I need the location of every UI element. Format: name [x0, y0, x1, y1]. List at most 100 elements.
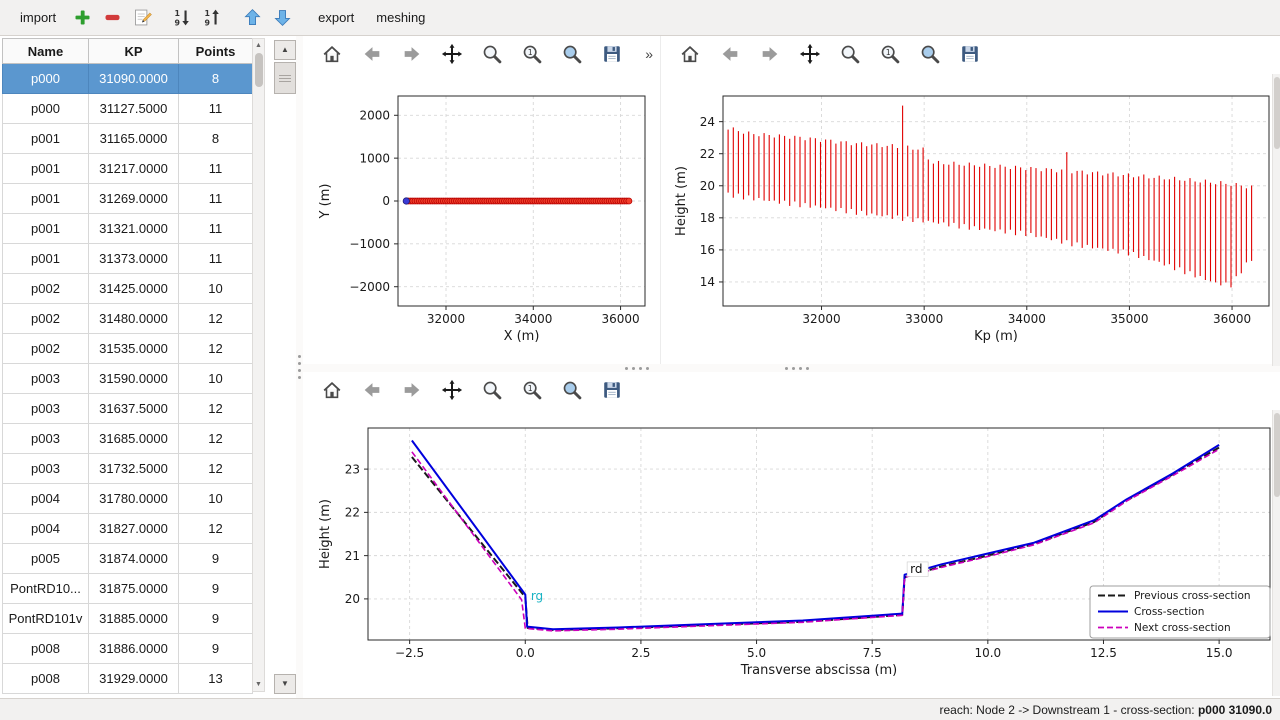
svg-text:1: 1: [528, 384, 533, 393]
mpl-zoom-button[interactable]: [477, 39, 507, 69]
mpl-zoom-selection-button[interactable]: [915, 39, 945, 69]
mpl-home-button[interactable]: [675, 39, 705, 69]
table-row[interactable]: p00431780.000010: [3, 484, 253, 514]
toolbar-overflow-chevron[interactable]: »: [645, 46, 653, 62]
cell-points: 9: [179, 544, 253, 574]
panel-scroll-down-button[interactable]: ▼: [274, 674, 296, 694]
table-row[interactable]: p00831929.000013: [3, 664, 253, 694]
mpl-zoom-original-button[interactable]: 1: [517, 375, 547, 405]
mpl-pan-button[interactable]: [795, 39, 825, 69]
mpl-save-button[interactable]: [955, 39, 985, 69]
horizontal-splitter[interactable]: [303, 364, 1280, 372]
table-row[interactable]: p00031127.500011: [3, 94, 253, 124]
table-scrollbar[interactable]: ▲ ▼: [252, 38, 265, 692]
zoom-selection-icon: [919, 43, 941, 65]
cell-kp: 31637.5000: [89, 394, 179, 424]
zoom-original-icon: 1: [521, 379, 543, 401]
mpl-zoom-button[interactable]: [477, 375, 507, 405]
mpl-back-button[interactable]: [357, 375, 387, 405]
vertical-splitter[interactable]: [296, 36, 303, 698]
sort-descending-button[interactable]: 19: [168, 4, 196, 32]
right-scrollbar-top-thumb[interactable]: [1274, 77, 1280, 149]
column-header-name[interactable]: Name: [3, 39, 89, 64]
table-row[interactable]: p00131321.000011: [3, 214, 253, 244]
mpl-pan-button[interactable]: [437, 375, 467, 405]
svg-text:34000: 34000: [514, 312, 552, 326]
splitter-handle[interactable]: [298, 355, 301, 379]
panel-scrollbar[interactable]: ▲ ▼: [274, 40, 296, 694]
mpl-home-button[interactable]: [317, 375, 347, 405]
mpl-forward-button[interactable]: [397, 375, 427, 405]
splitter-handle[interactable]: [625, 367, 649, 370]
table-row[interactable]: p00031090.00008: [3, 64, 253, 94]
plan-view-chart[interactable]: 320003400036000−2000−1000010002000X (m)Y…: [303, 72, 659, 364]
mpl-back-button[interactable]: [357, 39, 387, 69]
import-button[interactable]: import: [10, 6, 66, 29]
table-row[interactable]: PontRD101v31885.00009: [3, 604, 253, 634]
mpl-back-button[interactable]: [715, 39, 745, 69]
table-row[interactable]: p00331637.500012: [3, 394, 253, 424]
panel-scroll-up-button[interactable]: ▲: [274, 40, 296, 60]
column-header-points[interactable]: Points: [179, 39, 253, 64]
mpl-zoom-original-button[interactable]: 1: [517, 39, 547, 69]
meshing-menu[interactable]: meshing: [366, 6, 435, 29]
cell-kp: 31886.0000: [89, 634, 179, 664]
mpl-zoom-original-button[interactable]: 1: [875, 39, 905, 69]
table-row[interactable]: p00231480.000012: [3, 304, 253, 334]
cell-points: 12: [179, 514, 253, 544]
cell-points: 11: [179, 154, 253, 184]
table-row[interactable]: p00131373.000011: [3, 244, 253, 274]
long-profile-toolbar: 1: [661, 36, 1280, 72]
column-header-kp[interactable]: KP: [89, 39, 179, 64]
add-cross-section-button[interactable]: [68, 4, 96, 32]
svg-text:20: 20: [345, 592, 360, 606]
svg-text:16: 16: [700, 243, 715, 257]
cell-kp: 31875.0000: [89, 574, 179, 604]
table-row[interactable]: p00331732.500012: [3, 454, 253, 484]
table-scroll-down-icon[interactable]: ▼: [253, 679, 264, 690]
table-row[interactable]: p00331590.000010: [3, 364, 253, 394]
svg-text:Height (m): Height (m): [318, 499, 333, 569]
cross-section-chart[interactable]: −2.50.02.55.07.510.012.515.020212223Tran…: [303, 408, 1280, 698]
move-up-button[interactable]: [238, 4, 266, 32]
table-row[interactable]: p00831886.00009: [3, 634, 253, 664]
mpl-zoom-selection-button[interactable]: [557, 375, 587, 405]
mpl-forward-button[interactable]: [397, 39, 427, 69]
splitter-handle[interactable]: [785, 367, 809, 370]
cell-points: 12: [179, 454, 253, 484]
cell-name: p002: [3, 304, 89, 334]
table-row[interactable]: p00231535.000012: [3, 334, 253, 364]
table-scroll-up-icon[interactable]: ▲: [253, 40, 264, 51]
table-row[interactable]: p00131269.000011: [3, 184, 253, 214]
table-row[interactable]: p00131165.00008: [3, 124, 253, 154]
right-scrollbar-bottom[interactable]: [1272, 410, 1280, 696]
right-scrollbar-top[interactable]: [1272, 74, 1280, 366]
mpl-forward-button[interactable]: [755, 39, 785, 69]
table-row[interactable]: p00231425.000010: [3, 274, 253, 304]
mpl-pan-button[interactable]: [437, 39, 467, 69]
sort-ascending-button[interactable]: 19: [198, 4, 226, 32]
mpl-zoom-selection-button[interactable]: [557, 39, 587, 69]
panel-scrollbar-thumb[interactable]: [274, 62, 296, 94]
table-row[interactable]: PontRD10...31875.00009: [3, 574, 253, 604]
table-row[interactable]: p00431827.000012: [3, 514, 253, 544]
svg-text:15.0: 15.0: [1206, 646, 1233, 660]
table-row[interactable]: p00331685.000012: [3, 424, 253, 454]
longitudinal-profile-chart[interactable]: 3200033000340003500036000141618202224Kp …: [661, 72, 1280, 364]
mpl-save-button[interactable]: [597, 375, 627, 405]
right-scrollbar-bottom-thumb[interactable]: [1274, 413, 1280, 497]
plan-view-toolbar: 1 »: [303, 36, 659, 72]
export-button[interactable]: export: [308, 6, 364, 29]
cell-points: 12: [179, 304, 253, 334]
edit-cross-section-button[interactable]: [128, 4, 156, 32]
mpl-zoom-button[interactable]: [835, 39, 865, 69]
back-arrow-icon: [361, 43, 383, 65]
table-row[interactable]: p00531874.00009: [3, 544, 253, 574]
remove-cross-section-button[interactable]: [98, 4, 126, 32]
mpl-home-button[interactable]: [317, 39, 347, 69]
mpl-save-button[interactable]: [597, 39, 627, 69]
table-row[interactable]: p00131217.000011: [3, 154, 253, 184]
table-scrollbar-thumb[interactable]: [255, 53, 263, 87]
cell-kp: 31885.0000: [89, 604, 179, 634]
move-down-button[interactable]: [268, 4, 296, 32]
